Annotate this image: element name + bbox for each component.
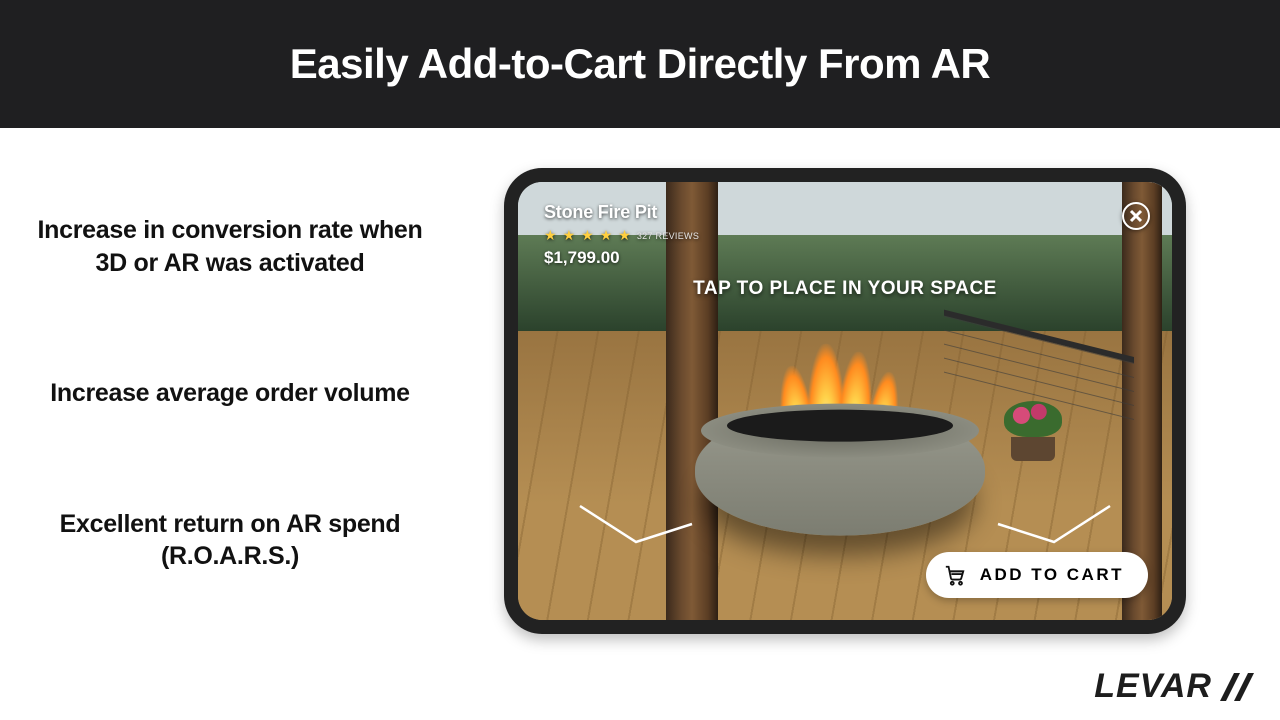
- close-icon: [1129, 209, 1143, 223]
- benefit-item: Increase average order volume: [30, 377, 430, 410]
- brand-logo: LEVAR: [1094, 667, 1254, 706]
- main-content: Increase in conversion rate when 3D or A…: [0, 128, 1280, 668]
- page-title: Easily Add-to-Cart Directly From AR: [290, 40, 991, 88]
- tap-to-place-hint: TAP TO PLACE IN YOUR SPACE: [518, 278, 1172, 300]
- tablet-frame: Stone Fire Pit ★ ★ ★ ★ ★ 327 REVIEWS $1,…: [504, 168, 1186, 634]
- add-to-cart-button[interactable]: ADD TO CART: [926, 552, 1148, 598]
- product-name: Stone Fire Pit: [544, 202, 699, 223]
- rating-row: ★ ★ ★ ★ ★ 327 REVIEWS: [544, 227, 699, 244]
- device-preview-area: Stone Fire Pit ★ ★ ★ ★ ★ 327 REVIEWS $1,…: [440, 168, 1250, 634]
- brand-name: LEVAR: [1094, 667, 1212, 706]
- star-icon: ★: [600, 227, 613, 244]
- product-info-overlay: Stone Fire Pit ★ ★ ★ ★ ★ 327 REVIEWS $1,…: [544, 202, 699, 268]
- add-to-cart-label: ADD TO CART: [980, 565, 1124, 585]
- star-icon: ★: [581, 227, 594, 244]
- ar-product-firepit[interactable]: [695, 408, 995, 536]
- benefit-item: Excellent return on AR spend (R.O.A.R.S.…: [30, 508, 430, 573]
- benefit-item: Increase in conversion rate when 3D or A…: [30, 214, 430, 279]
- star-icon: ★: [618, 227, 631, 244]
- star-icon: ★: [544, 227, 557, 244]
- scene-planter: [1004, 401, 1062, 461]
- benefits-list: Increase in conversion rate when 3D or A…: [30, 168, 440, 573]
- star-icon: ★: [563, 227, 576, 244]
- header-bar: Easily Add-to-Cart Directly From AR: [0, 0, 1280, 128]
- ar-screen[interactable]: Stone Fire Pit ★ ★ ★ ★ ★ 327 REVIEWS $1,…: [518, 182, 1172, 620]
- product-price: $1,799.00: [544, 248, 699, 268]
- review-count: 327 REVIEWS: [637, 231, 699, 241]
- close-button[interactable]: [1122, 202, 1150, 230]
- brand-mark-icon: [1220, 673, 1254, 701]
- cart-icon: [944, 564, 966, 586]
